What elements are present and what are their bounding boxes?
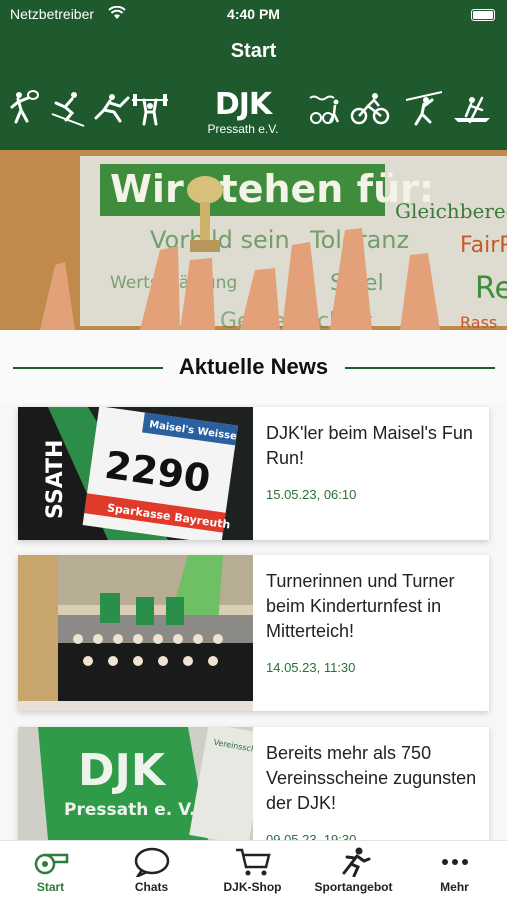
weightlifting-icon <box>132 94 168 126</box>
fencing-icon <box>94 94 130 123</box>
banner-headline: Wir stehen für: <box>110 167 434 211</box>
tab-mehr[interactable]: Mehr <box>404 847 505 899</box>
news-thumbnail: DJK Pressath e. V. Vereinsschein <box>18 727 253 840</box>
tab-label: Sportangebot <box>314 880 393 894</box>
coaches <box>100 593 184 625</box>
news-thumbnail: SSATH Maisel's Weisse 2290 Sparkasse Bay… <box>18 407 253 540</box>
card-logo-subtitle: Pressath e. V. <box>64 800 196 820</box>
divider-right <box>345 367 495 369</box>
banner-word-4: FairP <box>460 233 507 258</box>
sports-icon-row: DJK Pressath e.V. <box>0 88 507 138</box>
news-headline: Turnerinnen und Turner beim Kinderturnfe… <box>266 571 455 641</box>
skiing-icon <box>51 92 85 127</box>
news-date: 14.05.23, 11:30 <box>266 660 356 675</box>
rowing-icon <box>454 96 490 124</box>
tab-label: DJK-Shop <box>223 880 282 894</box>
news-card[interactable]: DJK Pressath e. V. Vereinsschein Bereits… <box>18 727 489 840</box>
club-logo: DJK Pressath e.V. <box>203 88 283 138</box>
logo-subtitle: Pressath e.V. <box>207 122 279 136</box>
battery-icon <box>471 9 495 21</box>
tab-start[interactable]: Start <box>0 847 101 899</box>
shirt-text: SSATH <box>43 440 68 519</box>
app-header: Netzbetreiber 4:40 PM Start DJK Pressath… <box>0 0 507 150</box>
chat-bubble-icon <box>134 847 169 877</box>
news-thumbnail <box>18 555 253 711</box>
hero-image: Wir stehen für: Gleichberech Vorbild sei… <box>0 150 507 330</box>
triathlon-icon <box>309 95 340 124</box>
clock: 4:40 PM <box>227 6 280 22</box>
news-card[interactable]: SSATH Maisel's Weisse 2290 Sparkasse Bay… <box>18 407 489 540</box>
card-logo-text: DJK <box>78 745 167 796</box>
more-dots-icon <box>441 859 468 865</box>
tab-chats[interactable]: Chats <box>101 847 202 899</box>
banner-word-1: Gleichberech <box>395 199 507 223</box>
tennis-icon <box>10 90 39 124</box>
banner-word-9: Rass <box>460 313 497 330</box>
banner-word-7: Re <box>475 271 507 306</box>
news-section-header: Aktuelle News <box>0 330 507 405</box>
hero-banner: Wir stehen für: Gleichberech Vorbild sei… <box>0 150 507 330</box>
javelin-icon <box>405 91 443 126</box>
tab-djk-shop[interactable]: DJK-Shop <box>202 847 303 899</box>
tab-label: Chats <box>134 880 169 894</box>
page-title: Start <box>230 40 277 62</box>
news-card[interactable]: Turnerinnen und Turner beim Kinderturnfe… <box>18 555 489 711</box>
shopping-cart-icon <box>235 848 271 876</box>
news-date: 09.05.23, 19:30 <box>266 832 357 840</box>
tab-label: Start <box>36 880 65 894</box>
news-headline: Bereits mehr als 750 Vereinsscheine zugu… <box>266 743 477 813</box>
tab-bar: Start Chats DJK-Shop Sportangebot Mehr <box>0 840 507 900</box>
tab-label: Mehr <box>440 880 469 894</box>
tab-sportangebot[interactable]: Sportangebot <box>303 847 404 899</box>
news-date: 15.05.23, 06:10 <box>266 487 357 502</box>
status-bar: Netzbetreiber 4:40 PM <box>0 5 507 25</box>
logo-wordmark: DJK <box>214 87 272 122</box>
cycling-icon <box>350 93 390 125</box>
gymnast-group <box>58 643 253 701</box>
running-person-icon <box>342 847 370 877</box>
whistle-icon <box>34 853 68 875</box>
news-headline: DJK'ler beim Maisel's Fun Run! <box>266 423 473 468</box>
